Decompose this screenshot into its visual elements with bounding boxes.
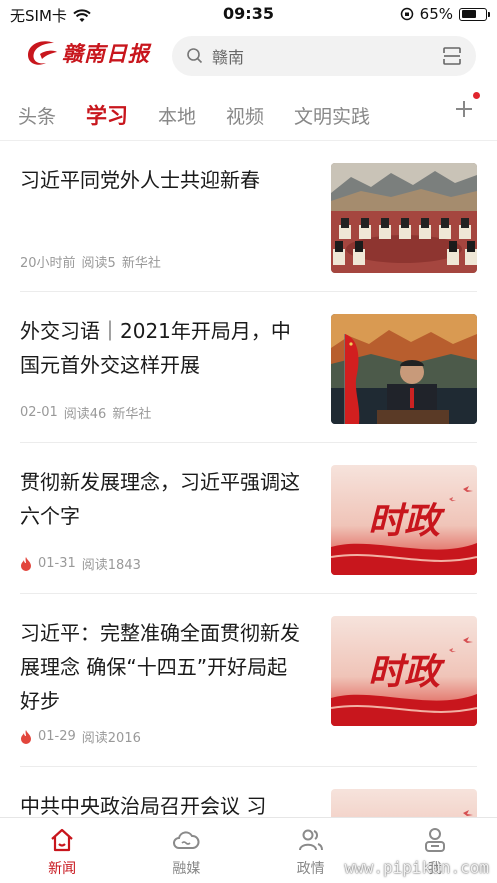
search-icon: [187, 48, 203, 64]
add-channel-button[interactable]: [453, 92, 480, 120]
news-title[interactable]: 中共中央政治局召开会议 习: [20, 789, 302, 817]
people-icon: [298, 829, 323, 851]
logo-text: 赣南日报: [62, 41, 150, 66]
news-thumbnail[interactable]: 时政: [331, 616, 477, 726]
news-feed[interactable]: 习近平同党外人士共迎新春 20小时前 阅读5 新华社 外交习语｜2021年开局月，中国…: [0, 141, 497, 817]
tabbar-item-0[interactable]: 新闻: [0, 818, 124, 883]
app-logo[interactable]: 赣南日报: [24, 38, 150, 68]
thumbnail-caption: 时政: [368, 501, 446, 542]
meeting-photo: [331, 163, 477, 273]
news-source: 新华社: [112, 407, 152, 422]
search-input[interactable]: 赣南: [212, 44, 442, 68]
news-reads: 阅读5: [81, 256, 116, 271]
news-time: 20小时前: [20, 256, 76, 271]
news-time: 01-29: [38, 729, 76, 744]
watermark-text: www.pipikun.com: [344, 858, 490, 877]
news-meta: 01-29 阅读2016: [20, 727, 141, 746]
news-reads: 阅读46: [63, 407, 107, 422]
app-header: 赣南日报 赣南: [0, 30, 497, 86]
tab-2[interactable]: 本地: [158, 102, 196, 129]
battery-percent: 65%: [419, 5, 453, 23]
news-item[interactable]: 习近平同党外人士共迎新春 20小时前 阅读5 新华社: [20, 141, 477, 292]
battery-icon: [459, 7, 490, 21]
news-thumbnail[interactable]: [331, 314, 477, 424]
tab-3[interactable]: 视频: [226, 102, 264, 129]
news-title[interactable]: 习近平：完整准确全面贯彻新发展理念 确保“十四五”开好局起好步: [20, 616, 302, 718]
thumbnail-caption: 时政: [368, 652, 446, 693]
news-reads: 阅读2016: [81, 731, 141, 746]
tabbar-label: 新闻: [48, 861, 77, 877]
home-icon: [51, 828, 73, 852]
fire-icon: [21, 556, 31, 571]
tab-1[interactable]: 学习: [86, 100, 128, 130]
search-bar[interactable]: 赣南: [172, 36, 476, 76]
notification-dot: [473, 92, 480, 99]
news-item[interactable]: 习近平：完整准确全面贯彻新发展理念 确保“十四五”开好局起好步 01-29 阅读20…: [20, 594, 477, 767]
tabbar-item-1[interactable]: 融媒: [124, 818, 248, 883]
news-thumbnail[interactable]: [331, 789, 477, 817]
news-item[interactable]: 外交习语｜2021年开局月，中国元首外交这样开展 02-01 阅读46 新华社: [20, 292, 477, 443]
tab-0[interactable]: 头条: [18, 102, 56, 129]
news-time: 01-31: [38, 556, 76, 571]
news-title[interactable]: 贯彻新发展理念，习近平强调这六个字: [20, 465, 302, 533]
person-icon: [424, 828, 445, 852]
scan-icon[interactable]: [442, 46, 462, 66]
orientation-lock-icon: [400, 7, 413, 21]
shizheng-thumbnail: [331, 789, 477, 817]
news-thumbnail[interactable]: [331, 163, 477, 273]
fire-icon: [21, 729, 31, 744]
plus-icon: [456, 101, 472, 117]
news-item[interactable]: 贯彻新发展理念，习近平强调这六个字 01-31 阅读1843 时政: [20, 443, 477, 594]
status-right: 65%: [400, 5, 490, 23]
tab-4[interactable]: 文明实践: [294, 102, 370, 129]
leader-photo: [331, 314, 477, 424]
news-time: 02-01: [20, 405, 58, 420]
news-title[interactable]: 习近平同党外人士共迎新春: [20, 163, 302, 197]
news-reads: 阅读1843: [81, 558, 141, 573]
status-bar: 无SIM卡 09:35 65%: [0, 0, 497, 30]
news-thumbnail[interactable]: 时政: [331, 465, 477, 575]
news-title[interactable]: 外交习语｜2021年开局月，中国元首外交这样开展: [20, 314, 302, 382]
news-meta: 02-01 阅读46 新华社: [20, 403, 151, 422]
news-source: 新华社: [121, 256, 161, 271]
news-item[interactable]: 中共中央政治局召开会议 习: [20, 767, 477, 817]
cloud-icon: [173, 831, 200, 849]
news-meta: 20小时前 阅读5 新华社: [20, 252, 161, 271]
tabbar-label: 政情: [296, 861, 325, 877]
channel-tabs: 头条 学习 本地 视频 文明实践: [0, 92, 497, 138]
tabbar-label: 融媒: [172, 861, 201, 877]
shizheng-thumbnail: 时政: [331, 465, 477, 575]
news-meta: 01-31 阅读1843: [20, 554, 141, 573]
logo-mark-icon: [28, 41, 57, 65]
shizheng-thumbnail: 时政: [331, 616, 477, 726]
